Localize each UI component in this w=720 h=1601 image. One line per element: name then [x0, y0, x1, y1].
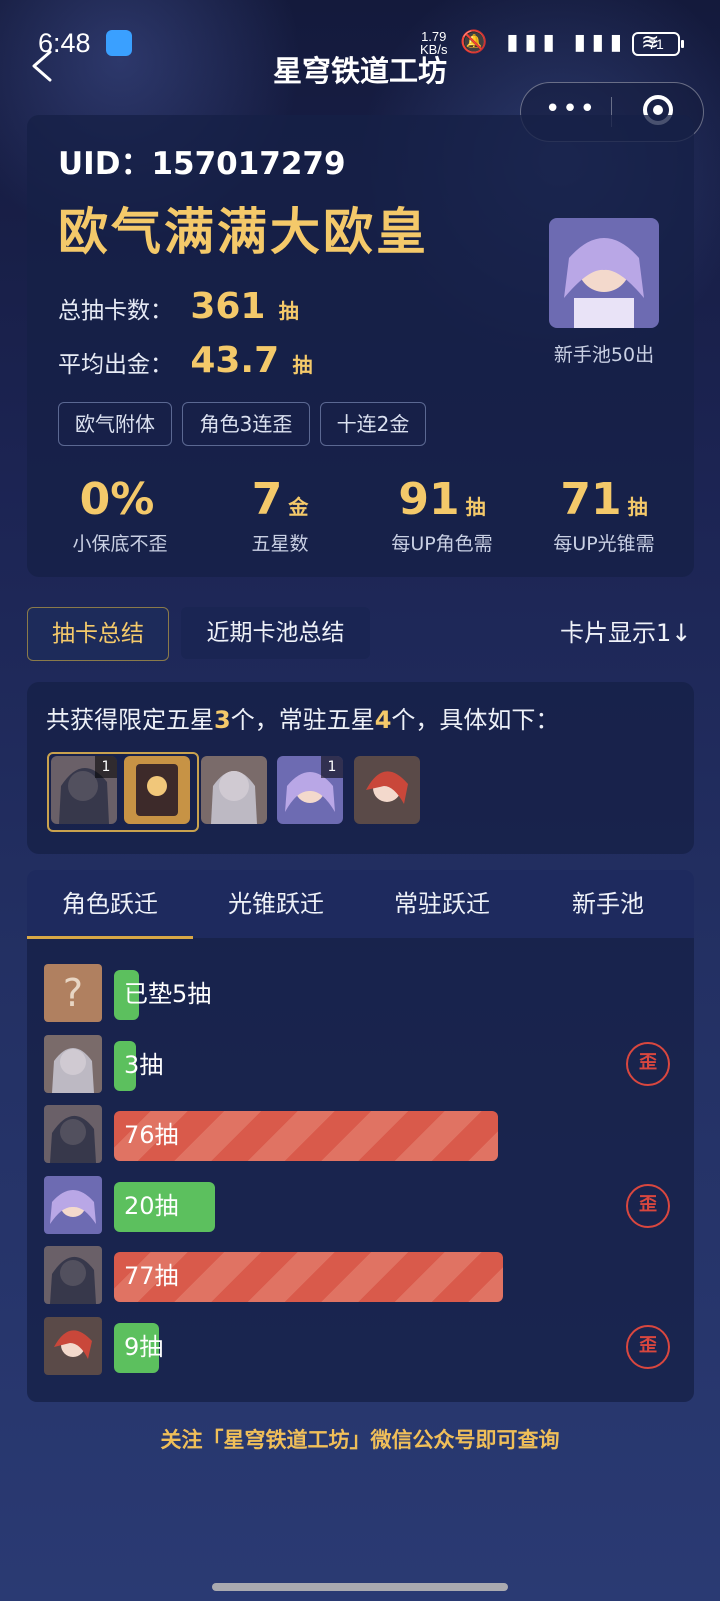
unknown-character-icon: ? [44, 964, 102, 1022]
luck-title: 欧气满满大欧皇 [58, 203, 429, 261]
stat-item: 91 抽 每UP角色需 [362, 474, 522, 556]
avg-pulls-unit: 抽 [292, 353, 313, 377]
summary-pre: 共获得限定五星 [46, 706, 214, 734]
pull-label: 77抽 [124, 1262, 179, 1290]
stat-item: 7金 五星数 [200, 474, 360, 556]
pull-label: 3抽 [124, 1051, 164, 1079]
character-portrait-icon [44, 1246, 102, 1304]
five-star-thumb[interactable] [354, 756, 420, 824]
pull-label: 已垫5抽 [124, 980, 212, 1008]
summary-post: 个，具体如下： [391, 706, 560, 734]
total-pulls-label: 总抽卡数： [58, 298, 173, 324]
five-star-thumb[interactable] [201, 756, 267, 824]
pull-row[interactable]: 76抽 [44, 1105, 674, 1165]
thumb-count: 1 [321, 756, 343, 778]
thumb-count: 1 [95, 756, 117, 778]
off-banner-stamp-icon: 歪 [626, 1325, 670, 1369]
character-portrait-icon [549, 218, 659, 328]
home-indicator[interactable] [212, 1583, 508, 1591]
pull-row[interactable]: 77抽 [44, 1246, 674, 1306]
tag-chip: 欧气附体 [58, 402, 172, 446]
limited-count: 3 [214, 706, 231, 734]
tab-standard-warp[interactable]: 常驻跃迁 [359, 870, 525, 938]
pull-row[interactable]: ? 已垫5抽 [44, 964, 674, 1024]
stat-label: 每UP角色需 [391, 533, 493, 555]
beginner-pool-avatar [549, 218, 659, 328]
character-portrait-icon [44, 1317, 102, 1375]
stat-item: 71 抽 每UP光锥需 [524, 474, 684, 556]
stat-value: 71 [560, 474, 622, 525]
pull-row[interactable]: 3抽 [44, 1035, 674, 1095]
total-pulls-value: 361 [190, 286, 266, 327]
five-star-thumb[interactable]: 1 [277, 756, 343, 824]
avatar-caption: 新手池50出 [553, 344, 655, 366]
tab-recent-pool-summary[interactable]: 近期卡池总结 [181, 607, 370, 659]
pull-row[interactable]: 20抽 [44, 1176, 674, 1236]
avg-pulls-value: 43.7 [190, 340, 280, 381]
pull-label: 20抽 [124, 1192, 179, 1220]
character-portrait-icon [201, 756, 267, 824]
off-banner-stamp-icon: 歪 [626, 1184, 670, 1228]
total-pulls-row: 总抽卡数： 361 抽 [58, 286, 299, 327]
stat-unit: 抽 [627, 495, 648, 519]
uid-text: UID：157017279 [58, 146, 346, 182]
tab-character-warp[interactable]: 角色跃迁 [27, 870, 193, 938]
active-tab-indicator [27, 936, 193, 939]
stat-value: 91 [398, 474, 460, 525]
footer-notice: 关注「星穹铁道工坊」微信公众号即可查询 [160, 1428, 560, 1452]
summary-mid: 个，常驻五星 [230, 706, 375, 734]
five-star-thumb[interactable]: 1 [51, 756, 117, 824]
avg-pulls-row: 平均出金： 43.7 抽 [58, 340, 312, 381]
standard-count: 4 [374, 706, 392, 734]
character-portrait-icon [44, 1176, 102, 1234]
total-pulls-unit: 抽 [278, 299, 299, 323]
stat-item: 0% 小保底不歪 [40, 474, 200, 556]
card-display-toggle[interactable]: 卡片显示1↓ [560, 607, 710, 659]
tab-light-cone-warp[interactable]: 光锥跃迁 [193, 870, 359, 938]
light-cone-icon [124, 756, 190, 824]
five-star-thumb[interactable] [124, 756, 190, 824]
stat-label: 五星数 [251, 533, 309, 555]
stat-label: 小保底不歪 [72, 533, 168, 555]
stat-value: 7 [251, 474, 283, 525]
stat-value: 0% [79, 474, 155, 525]
character-portrait-icon [44, 1105, 102, 1163]
tab-beginner-warp[interactable]: 新手池 [525, 870, 691, 938]
stat-unit: 抽 [465, 495, 486, 519]
tag-chip: 角色3连歪 [182, 402, 310, 446]
tag-chip: 十连2金 [320, 402, 426, 446]
stat-label: 每UP光锥需 [553, 533, 655, 555]
character-portrait-icon [44, 1035, 102, 1093]
tab-gacha-summary[interactable]: 抽卡总结 [27, 607, 169, 661]
pull-label: 9抽 [124, 1333, 164, 1361]
question-mark: ? [62, 971, 84, 1015]
off-banner-stamp-icon: 歪 [626, 1042, 670, 1086]
character-portrait-icon [354, 756, 420, 824]
stat-unit: 金 [288, 495, 309, 519]
avg-pulls-label: 平均出金： [58, 352, 173, 378]
summary-text: 共获得限定五星3个，常驻五星4个，具体如下： [46, 700, 559, 735]
pull-label: 76抽 [124, 1121, 179, 1149]
pull-row[interactable]: 9抽 [44, 1317, 674, 1377]
